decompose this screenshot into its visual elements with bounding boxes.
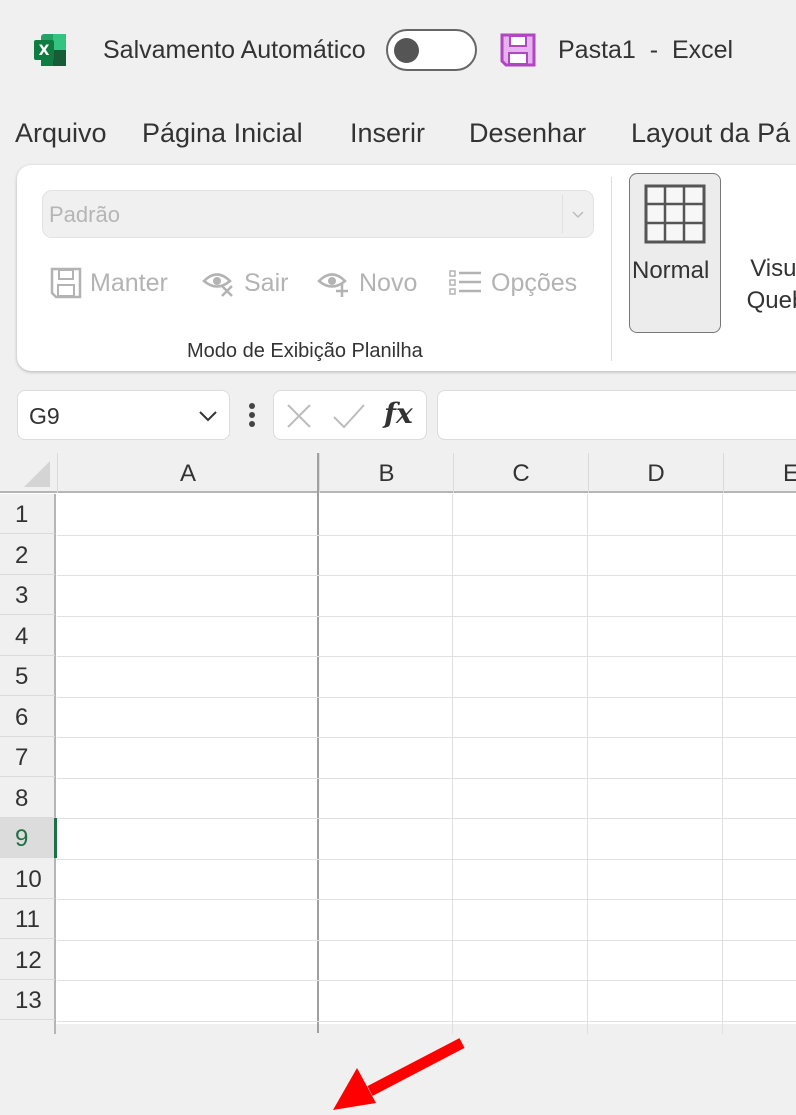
row-gridline <box>57 980 796 981</box>
row-gridline <box>57 615 796 617</box>
row-header-8[interactable]: 8 <box>0 778 55 818</box>
row-gridline <box>57 899 796 900</box>
chevron-down-icon <box>572 211 584 219</box>
row-gridline <box>57 696 796 698</box>
column-a-resize-handle[interactable] <box>317 453 319 1033</box>
name-box-value: G9 <box>29 403 60 429</box>
ribbon-group-divider <box>611 177 612 361</box>
column-header-b[interactable]: B <box>319 453 453 493</box>
page-break-view-button[interactable]: Visua Quebr <box>725 253 796 317</box>
formula-input[interactable] <box>437 390 796 440</box>
exit-view-label: Sair <box>244 268 289 297</box>
normal-view-label: Normal <box>632 257 710 284</box>
tab-inserir[interactable]: Inserir <box>350 118 425 149</box>
row-header-11[interactable]: 11 <box>0 899 55 939</box>
tab-pagina-inicial[interactable]: Página Inicial <box>142 118 303 149</box>
check-icon[interactable] <box>332 403 366 429</box>
insert-function-icon[interactable]: fx <box>384 397 413 430</box>
column-header-bar: A B C D E <box>0 453 796 493</box>
grid-icon <box>644 184 706 244</box>
column-header-e[interactable]: E <box>723 453 796 493</box>
list-options-icon <box>449 270 481 295</box>
column-header-d[interactable]: D <box>588 453 723 493</box>
group-label: Modo de Exibição Planilha <box>187 340 423 362</box>
select-divider <box>562 195 563 233</box>
row-gridline <box>57 818 796 819</box>
save-icon[interactable] <box>500 33 536 67</box>
ribbon: Padrão Manter Sair Novo Opções Modo de E… <box>17 165 796 371</box>
row-header-9[interactable]: 9 <box>0 818 57 858</box>
tab-arquivo[interactable]: Arquivo <box>15 118 107 149</box>
column-header-c[interactable]: C <box>453 453 588 493</box>
document-title: Pasta1 - Excel <box>558 36 734 64</box>
new-view-label: Novo <box>359 268 418 297</box>
formula-actions: fx <box>273 390 427 440</box>
name-box[interactable]: G9 <box>17 390 230 440</box>
title-bar: X Salvamento Automático Pasta1 - Excel <box>0 0 796 100</box>
tab-desenhar[interactable]: Desenhar <box>469 118 586 149</box>
keep-view-button[interactable]: Manter <box>50 265 168 301</box>
row-header-1[interactable]: 1 <box>0 494 55 534</box>
spreadsheet-grid: A B C D E 1 2 3 4 5 6 7 8 9 10 11 12 13 <box>0 453 796 1110</box>
menu-bar: Arquivo Página Inicial Inserir Desenhar … <box>0 110 796 160</box>
options-button[interactable]: Opções <box>449 265 577 301</box>
row-gridline <box>57 858 796 860</box>
column-header-a[interactable]: A <box>57 453 318 493</box>
svg-text:X: X <box>39 43 50 59</box>
more-options-icon[interactable] <box>248 402 256 428</box>
excel-logo-icon: X <box>34 34 66 66</box>
row-header-3[interactable]: 3 <box>0 575 55 615</box>
row-header-10[interactable]: 10 <box>0 859 55 899</box>
toggle-knob <box>394 38 419 63</box>
row-gridline <box>57 534 796 536</box>
row-header-bar: 1 2 3 4 5 6 7 8 9 10 11 12 13 <box>0 494 57 1034</box>
sheet-view-select-value: Padrão <box>49 202 120 227</box>
row-header-6[interactable]: 6 <box>0 697 55 737</box>
options-label: Opções <box>491 268 578 297</box>
row-gridline <box>57 1020 796 1022</box>
new-view-button[interactable]: Novo <box>317 265 417 301</box>
keep-view-label: Manter <box>90 268 168 297</box>
row-gridline <box>57 777 796 779</box>
row-gridline <box>57 656 796 657</box>
chevron-down-icon <box>199 411 217 422</box>
sheet-view-select[interactable]: Padrão <box>42 190 594 238</box>
row-header-12[interactable]: 12 <box>0 940 55 980</box>
row-header-7[interactable]: 7 <box>0 737 55 777</box>
row-header-5[interactable]: 5 <box>0 656 55 696</box>
tab-layout-da-pagina[interactable]: Layout da Pá <box>631 118 790 149</box>
save-icon <box>50 267 82 299</box>
x-icon[interactable] <box>286 403 312 429</box>
row-header-13[interactable]: 13 <box>0 980 55 1020</box>
row-header-2[interactable]: 2 <box>0 535 55 575</box>
eye-add-icon <box>317 273 348 297</box>
red-arrow-annotation <box>333 1038 465 1110</box>
row-gridline <box>57 575 796 576</box>
autosave-label: Salvamento Automático <box>103 36 366 64</box>
normal-view-button[interactable]: Normal <box>629 173 721 333</box>
row-gridline <box>57 939 796 941</box>
eye-close-icon <box>202 273 233 297</box>
select-all-icon[interactable] <box>24 461 50 487</box>
exit-view-button[interactable]: Sair <box>202 265 288 301</box>
row-header-4[interactable]: 4 <box>0 616 55 656</box>
autosave-toggle[interactable] <box>386 29 477 71</box>
row-gridline <box>57 737 796 738</box>
